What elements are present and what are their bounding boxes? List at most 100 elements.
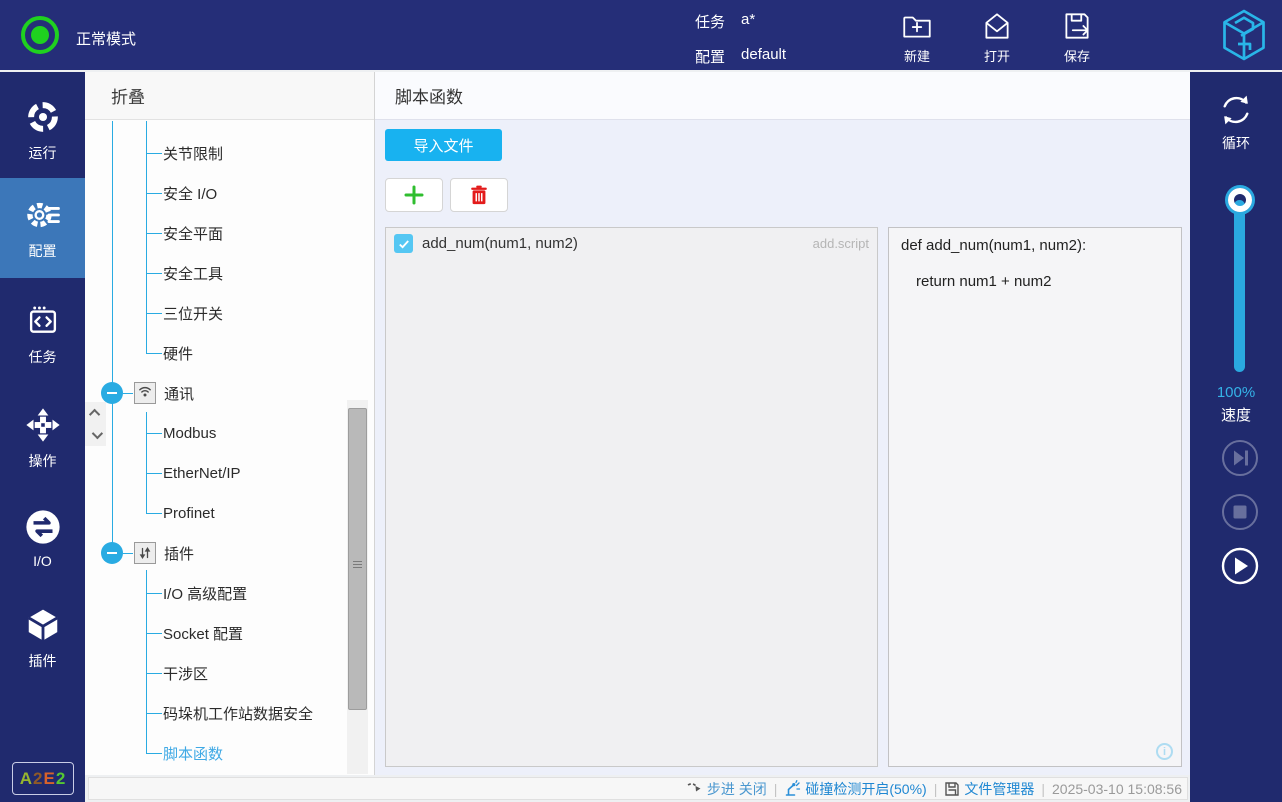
- mode-indicator-icon: [21, 16, 59, 54]
- import-file-button[interactable]: 导入文件: [385, 129, 502, 161]
- sidebar-item-task[interactable]: 任务: [0, 284, 85, 384]
- script-functions-panel: 脚本函数 导入文件 add_num(num1, num2) add.script…: [375, 72, 1190, 775]
- new-file-icon: [900, 9, 934, 43]
- step-arrow-icon: [686, 781, 703, 797]
- gear-icon: [24, 196, 62, 234]
- antenna-icon: [134, 382, 156, 404]
- tree-group-plugin[interactable]: 插件: [85, 533, 345, 573]
- sidebar-item-run[interactable]: 运行: [0, 80, 85, 180]
- step-forward-button[interactable]: [1220, 438, 1260, 478]
- chevron-down-icon: [91, 428, 102, 439]
- code-preview: def add_num(num1, num2): return num1 + n…: [888, 227, 1182, 767]
- speed-percent: 100%: [1190, 384, 1282, 401]
- right-control-bar: 循环 100% 速度: [1190, 72, 1282, 802]
- collapse-minus-icon[interactable]: [101, 542, 123, 564]
- tree-item-modbus[interactable]: Modbus: [85, 413, 345, 453]
- tree-item-safety-plane[interactable]: 安全平面: [85, 213, 345, 253]
- code-line: return num1 + num2: [901, 273, 1169, 290]
- config-row: 配置 default: [695, 46, 786, 67]
- loop-mode-button[interactable]: 循环: [1190, 90, 1282, 153]
- tree-item-script-functions[interactable]: 脚本函数: [85, 733, 345, 773]
- sidebar-item-operate[interactable]: 操作: [0, 388, 85, 488]
- badge-letter: A: [20, 769, 33, 789]
- speed-slider-handle[interactable]: [1228, 188, 1252, 212]
- open-file-icon: [980, 9, 1014, 43]
- config-label: 配置: [695, 46, 725, 67]
- page-title: 脚本函数: [395, 83, 463, 108]
- tree-item-three-position-switch[interactable]: 三位开关: [85, 293, 345, 333]
- brand-logo-icon: [1218, 8, 1270, 62]
- separator: |: [1041, 781, 1045, 797]
- collision-detection-toggle[interactable]: 碰撞检测开启(50%): [784, 779, 926, 799]
- new-button[interactable]: 新建: [885, 9, 949, 65]
- config-value: default: [741, 46, 786, 67]
- tree-item-socket-config[interactable]: Socket 配置: [85, 613, 345, 653]
- tree-group-communication[interactable]: 通讯: [85, 373, 345, 413]
- sidebar-task-label: 任务: [29, 347, 57, 367]
- tree-item-io-advanced[interactable]: I/O 高级配置: [85, 573, 345, 613]
- tree-item-palletizer-data-safety[interactable]: 码垛机工作站数据安全: [85, 693, 345, 733]
- tree-item-profinet[interactable]: Profinet: [85, 493, 345, 533]
- script-list-item[interactable]: add_num(num1, num2) add.script: [394, 234, 869, 253]
- tree-item-interference-zone[interactable]: 干涉区: [85, 653, 345, 693]
- sidebar-item-io[interactable]: I/O: [0, 488, 85, 588]
- speed-label: 速度: [1190, 404, 1282, 425]
- script-name: add_num(num1, num2): [422, 235, 578, 252]
- badge-letter: 2: [33, 769, 43, 789]
- tree-item-safety-tool[interactable]: 安全工具: [85, 253, 345, 293]
- tree-scrollbar[interactable]: [347, 400, 368, 774]
- sidebar-item-config[interactable]: 配置: [0, 178, 85, 278]
- check-icon: [397, 237, 411, 251]
- loop-icon: [1216, 90, 1256, 130]
- scrollbar-grip-icon: [353, 559, 362, 570]
- save-icon: [1060, 9, 1094, 43]
- tree-scrollbar-thumb[interactable]: [348, 408, 367, 710]
- badge-letter: 2: [56, 769, 66, 789]
- collapse-minus-icon[interactable]: [101, 382, 123, 404]
- open-button-label: 打开: [984, 46, 1010, 65]
- open-button[interactable]: 打开: [965, 9, 1029, 65]
- script-checkbox-checked[interactable]: [394, 234, 413, 253]
- new-button-label: 新建: [904, 46, 930, 65]
- info-icon: i: [1156, 743, 1173, 760]
- collapse-all-button[interactable]: 折叠: [111, 83, 145, 108]
- save-button[interactable]: 保存: [1045, 9, 1109, 65]
- tree-item-hardware[interactable]: 硬件: [85, 333, 345, 373]
- separator: |: [774, 781, 778, 797]
- tree-item-safety-io[interactable]: 安全 I/O: [85, 173, 345, 213]
- code-line: def add_num(num1, num2):: [901, 237, 1169, 254]
- separator: |: [934, 781, 938, 797]
- top-bar: 正常模式 任务 a* 配置 default 新建 打开 保存: [0, 0, 1282, 70]
- trash-icon: [468, 184, 490, 206]
- code-window-icon: [24, 302, 62, 340]
- run-icon: [24, 98, 62, 136]
- plus-icon: [402, 183, 426, 207]
- loop-label: 循环: [1222, 133, 1250, 153]
- sidebar-operate-label: 操作: [29, 451, 57, 471]
- stop-button[interactable]: [1220, 492, 1260, 532]
- sliders-icon: [134, 542, 156, 564]
- badge-letter: E: [43, 769, 55, 789]
- task-label: 任务: [695, 11, 725, 32]
- file-manager-button[interactable]: 文件管理器: [944, 779, 1034, 799]
- chevron-up-icon: [88, 409, 99, 420]
- sidebar-config-label: 配置: [29, 241, 57, 261]
- add-script-button[interactable]: [385, 178, 443, 212]
- tree-item-ethernet-ip[interactable]: EtherNet/IP: [85, 453, 345, 493]
- scroll-down-button[interactable]: [85, 424, 106, 446]
- step-mode-toggle[interactable]: 步进 关闭: [686, 779, 767, 799]
- script-list: add_num(num1, num2) add.script: [385, 227, 878, 767]
- captcha-badge[interactable]: A 2 E 2: [12, 762, 74, 795]
- speed-slider-track[interactable]: [1234, 200, 1245, 372]
- tree-rows: 关节限制 安全 I/O 安全平面 安全工具 三位开关 硬件 通讯 Modbus …: [85, 121, 345, 773]
- left-sidebar: 运行 配置 任务 操作 I/O: [0, 72, 85, 802]
- play-button[interactable]: [1220, 546, 1260, 586]
- tree-item-joint-limits[interactable]: 关节限制: [85, 133, 345, 173]
- io-swap-icon: [24, 508, 62, 546]
- collision-robot-icon: [784, 780, 801, 797]
- status-bar: 步进 关闭 | 碰撞检测开启(50%) | 文件管理器 | 2025-03-10…: [88, 777, 1188, 800]
- sidebar-run-label: 运行: [29, 143, 57, 163]
- sidebar-item-plugin[interactable]: 插件: [0, 588, 85, 688]
- scroll-up-button[interactable]: [85, 402, 106, 424]
- delete-script-button[interactable]: [450, 178, 508, 212]
